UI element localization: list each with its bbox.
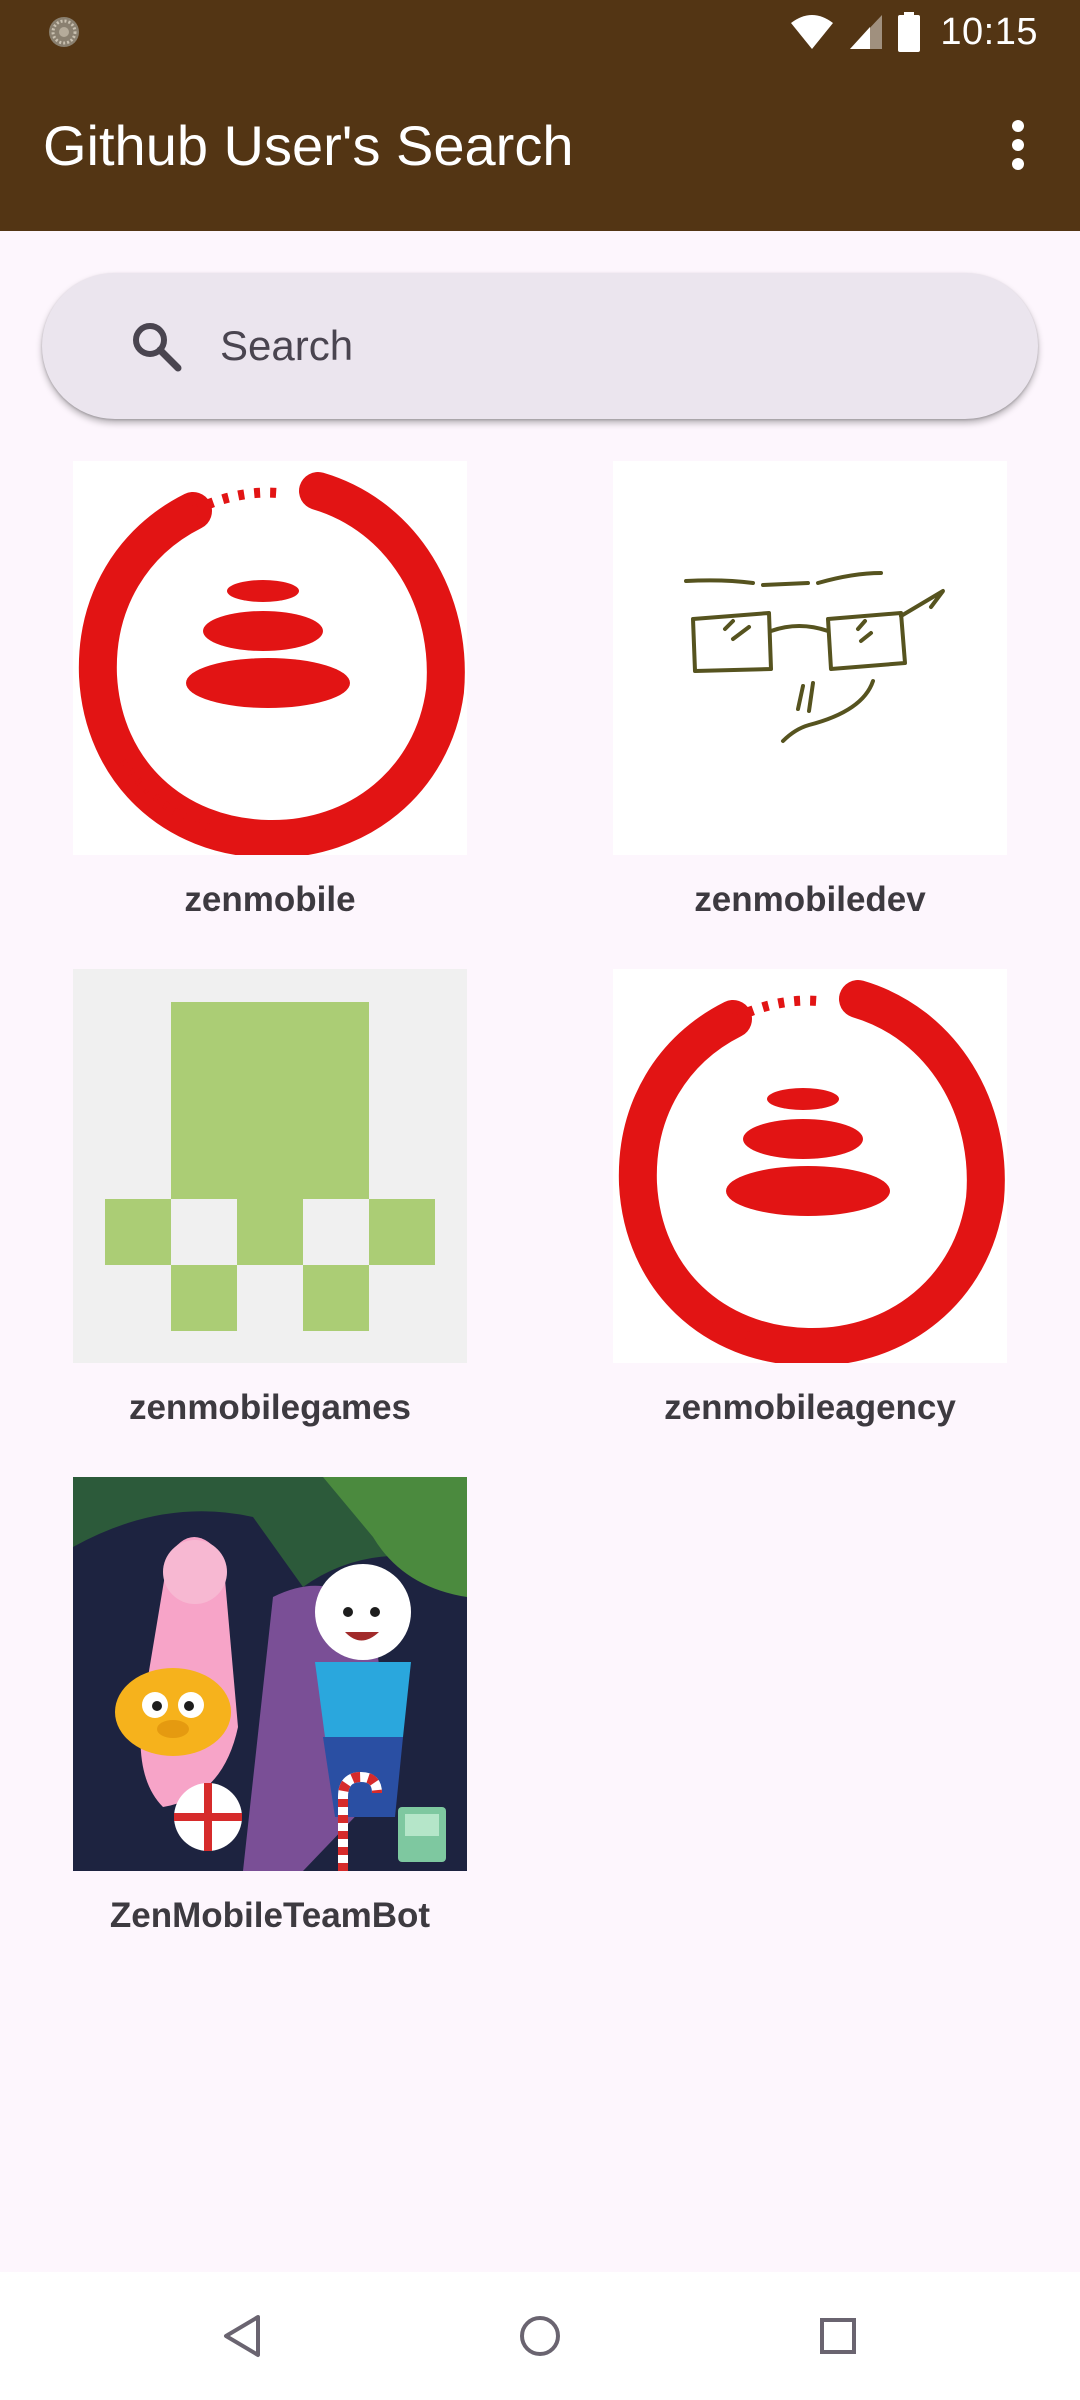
user-avatar[interactable] bbox=[73, 461, 467, 855]
user-card[interactable]: ZenMobileTeamBot bbox=[0, 1476, 540, 1976]
user-login: zenmobilegames bbox=[128, 1388, 412, 1427]
back-button[interactable] bbox=[202, 2296, 282, 2376]
recents-square-icon bbox=[820, 2318, 856, 2354]
recents-button[interactable] bbox=[798, 2296, 878, 2376]
user-login: zenmobileagency bbox=[664, 1388, 956, 1427]
green-identicon bbox=[73, 969, 467, 1363]
top-app-bar: Github User's Search bbox=[0, 63, 1080, 231]
zen-enso-logo bbox=[73, 461, 467, 855]
more-vert-icon bbox=[1012, 120, 1024, 170]
status-time: 10:15 bbox=[940, 10, 1038, 53]
zen-enso-logo bbox=[613, 969, 1007, 1363]
user-card[interactable]: zenmobile bbox=[0, 460, 540, 960]
user-login: zenmobile bbox=[184, 880, 356, 919]
wifi-icon bbox=[791, 15, 834, 49]
user-login: zenmobiledev bbox=[694, 880, 926, 919]
user-avatar[interactable] bbox=[73, 1477, 467, 1871]
user-avatar[interactable] bbox=[73, 969, 467, 1363]
app-screen: 10:15 Github User's Search Search zenmob… bbox=[0, 0, 1080, 2400]
notification-icon bbox=[49, 17, 79, 47]
cell-signal-icon bbox=[850, 15, 883, 49]
cartoon-illustration bbox=[73, 1477, 467, 1871]
back-triangle-icon bbox=[224, 2315, 260, 2357]
search-icon bbox=[133, 323, 182, 372]
glasses-sketch bbox=[613, 461, 1007, 855]
status-icons: 10:15 bbox=[790, 8, 1038, 56]
search-input[interactable] bbox=[220, 311, 980, 381]
user-login: ZenMobileTeamBot bbox=[109, 1896, 431, 1935]
battery-icon bbox=[898, 12, 921, 52]
home-button[interactable] bbox=[500, 2296, 580, 2376]
app-title: Github User's Search bbox=[43, 114, 574, 177]
status-bar: 10:15 bbox=[0, 0, 1080, 63]
user-avatar[interactable] bbox=[613, 969, 1007, 1363]
user-card[interactable]: zenmobilegames bbox=[0, 968, 540, 1468]
user-avatar[interactable] bbox=[613, 461, 1007, 855]
more-options-button[interactable] bbox=[970, 97, 1066, 193]
home-circle-icon bbox=[520, 2316, 560, 2356]
user-card[interactable]: zenmobileagency bbox=[540, 968, 1080, 1468]
user-card[interactable]: zenmobiledev bbox=[540, 460, 1080, 960]
system-navigation-bar bbox=[0, 2272, 1080, 2400]
search-bar[interactable] bbox=[42, 273, 1038, 419]
